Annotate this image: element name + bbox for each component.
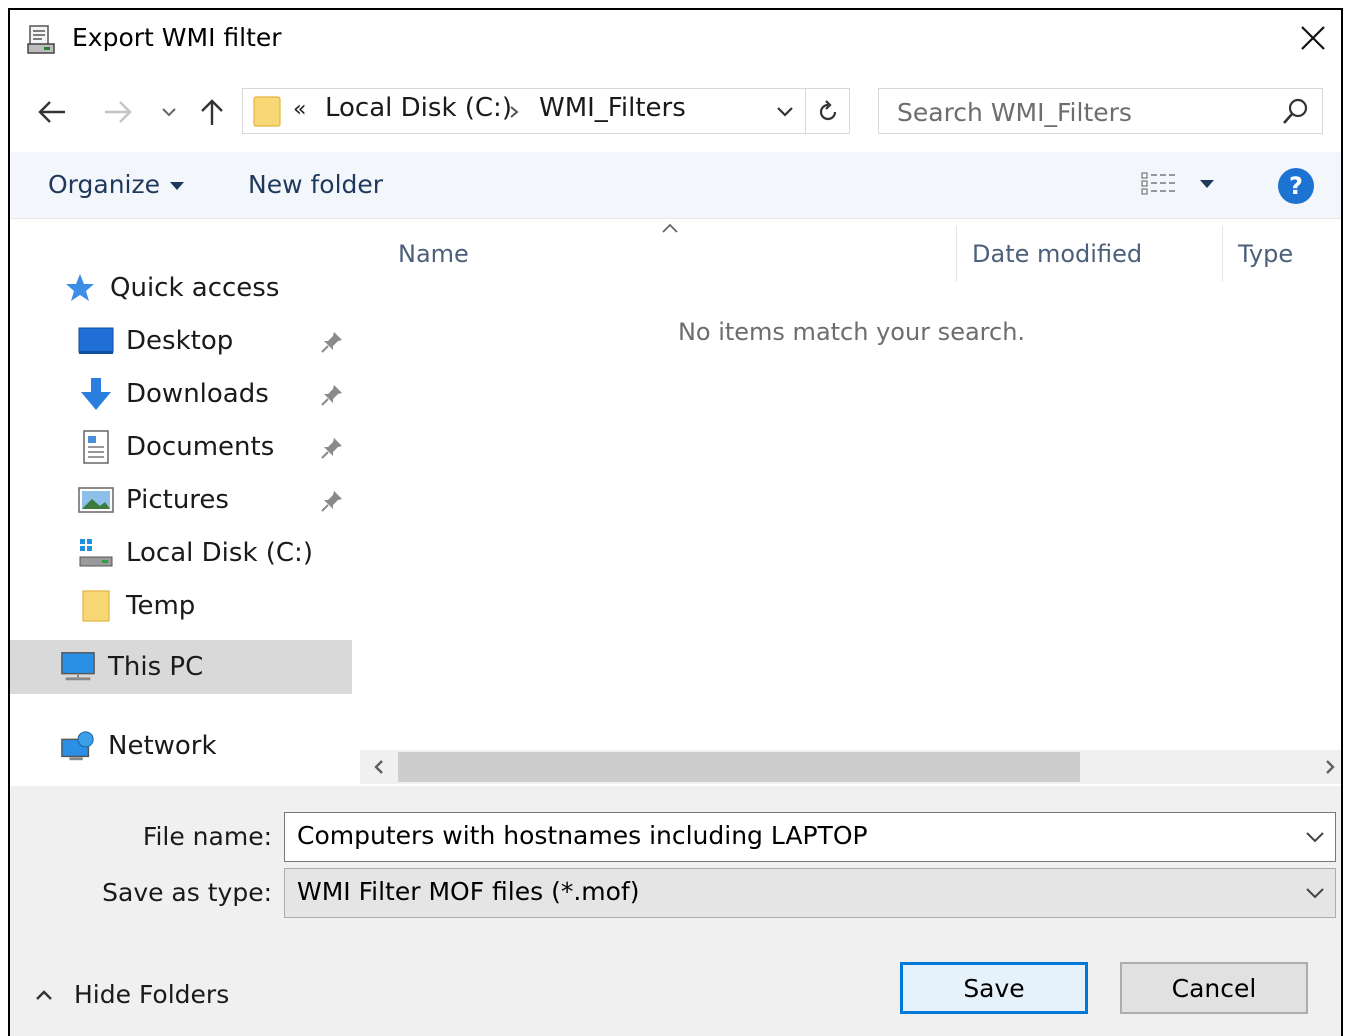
horizontal-scrollbar[interactable] — [360, 750, 1341, 784]
documents-icon — [78, 429, 114, 465]
recent-locations-button[interactable] — [156, 92, 182, 132]
downloads-icon — [78, 376, 114, 412]
hide-folders-toggle[interactable]: Hide Folders — [34, 980, 229, 1009]
address-divider — [805, 89, 806, 133]
pin-icon[interactable] — [320, 330, 344, 354]
close-button[interactable] — [1285, 10, 1341, 66]
sidebar-item-label: Quick access — [110, 273, 280, 303]
command-toolbar: Organize New folder ? — [10, 152, 1341, 219]
breadcrumb-wmi-filters[interactable]: WMI_Filters — [539, 93, 686, 123]
scrollbar-thumb[interactable] — [398, 752, 1080, 782]
cancel-button[interactable]: Cancel — [1120, 962, 1308, 1014]
sidebar-item-desktop[interactable]: Desktop — [78, 315, 233, 367]
computer-icon — [60, 649, 96, 685]
chevron-left-icon — [374, 760, 383, 774]
pin-icon[interactable] — [320, 383, 344, 407]
sidebar-item-network[interactable]: Network — [60, 720, 217, 772]
column-divider[interactable] — [956, 226, 957, 282]
breadcrumb-local-disk[interactable]: Local Disk (C:) — [325, 93, 512, 123]
search-input[interactable] — [879, 89, 1279, 135]
scroll-right-button[interactable] — [1315, 752, 1341, 782]
navigation-pane: Quick access Desktop Downloads Documents — [10, 220, 358, 786]
sidebar-item-documents[interactable]: Documents — [78, 421, 274, 473]
sidebar-item-label: Pictures — [126, 485, 229, 515]
view-options-button[interactable] — [1140, 170, 1214, 198]
sidebar-item-quick-access[interactable]: Quick access — [62, 262, 279, 314]
sidebar-item-label: Documents — [126, 432, 275, 462]
save-type-value: WMI Filter MOF files (*.mof) — [297, 877, 640, 906]
details-view-icon — [1141, 172, 1176, 195]
scroll-left-button[interactable] — [364, 752, 394, 782]
star-icon — [62, 270, 98, 306]
title-bar: Export WMI filter — [10, 10, 1341, 72]
back-arrow-icon — [38, 101, 65, 123]
export-app-icon — [27, 25, 55, 54]
chevron-right-icon — [1326, 760, 1335, 774]
column-header-type[interactable]: Type — [1238, 240, 1293, 268]
sidebar-item-downloads[interactable]: Downloads — [78, 368, 269, 420]
organize-menu[interactable]: Organize — [48, 170, 184, 199]
sidebar-item-this-pc[interactable]: This PC — [60, 641, 203, 693]
address-bar[interactable]: « Local Disk (C:) WMI_Filters — [242, 88, 850, 134]
sidebar-item-label: Network — [108, 731, 217, 761]
export-dialog: Export WMI filter « Local Disk (C:) WMI_… — [8, 8, 1343, 1036]
column-header-name[interactable]: Name — [398, 240, 469, 268]
drive-icon — [78, 535, 114, 571]
chevron-down-icon — [162, 108, 176, 117]
back-button[interactable] — [32, 92, 72, 132]
folder-icon — [253, 96, 281, 127]
navigation-bar: « Local Disk (C:) WMI_Filters — [10, 82, 1341, 142]
file-name-label: File name: — [142, 822, 272, 851]
column-header-date-modified[interactable]: Date modified — [972, 240, 1142, 268]
empty-message: No items match your search. — [677, 318, 1026, 346]
breadcrumb-overflow[interactable]: « — [293, 97, 306, 122]
desktop-icon — [78, 323, 114, 359]
address-dropdown-icon[interactable] — [775, 105, 795, 119]
search-icon[interactable] — [1280, 97, 1310, 127]
refresh-icon[interactable] — [815, 99, 841, 125]
file-name-value: Computers with hostnames including LAPTO… — [297, 821, 868, 850]
sidebar-item-local-disk[interactable]: Local Disk (C:) — [78, 527, 313, 579]
sidebar-item-label: This PC — [108, 652, 204, 682]
sidebar-item-label: Desktop — [126, 326, 234, 356]
up-button[interactable] — [194, 92, 230, 132]
file-list: Name Date modified Type No items match y… — [358, 220, 1341, 786]
chevron-down-icon — [1306, 888, 1324, 899]
column-divider[interactable] — [1222, 226, 1223, 282]
close-icon — [1301, 26, 1325, 50]
new-folder-button[interactable]: New folder — [248, 170, 383, 199]
pin-icon[interactable] — [320, 436, 344, 460]
breadcrumb-separator-icon[interactable] — [509, 105, 519, 119]
pin-icon[interactable] — [320, 489, 344, 513]
up-arrow-icon — [201, 99, 223, 125]
window-title: Export WMI filter — [72, 23, 282, 52]
sidebar-item-label: Local Disk (C:) — [126, 538, 313, 568]
help-button[interactable]: ? — [1278, 168, 1314, 204]
sidebar-item-label: Temp — [126, 591, 196, 621]
sidebar-item-temp[interactable]: Temp — [78, 580, 195, 632]
save-type-label: Save as type: — [102, 878, 272, 907]
pictures-icon — [78, 482, 114, 518]
save-button[interactable]: Save — [900, 962, 1088, 1014]
view-caret-icon — [1200, 180, 1214, 188]
hide-folders-label: Hide Folders — [74, 980, 230, 1009]
network-icon — [60, 728, 96, 764]
chevron-down-icon[interactable] — [1303, 825, 1327, 849]
sort-ascending-icon — [662, 223, 678, 233]
forward-arrow-icon — [105, 101, 132, 123]
file-name-field[interactable]: Computers with hostnames including LAPTO… — [284, 812, 1336, 862]
caret-down-icon — [170, 182, 184, 190]
chevron-up-icon — [36, 989, 52, 1000]
organize-label: Organize — [48, 170, 160, 199]
sidebar-item-pictures[interactable]: Pictures — [78, 474, 229, 526]
search-box[interactable] — [878, 88, 1323, 135]
save-type-select[interactable]: WMI Filter MOF files (*.mof) — [284, 868, 1336, 918]
forward-button[interactable] — [98, 92, 138, 132]
save-form: File name: Computers with hostnames incl… — [10, 786, 1341, 1036]
sidebar-item-label: Downloads — [126, 379, 269, 409]
folder-icon — [78, 588, 114, 624]
